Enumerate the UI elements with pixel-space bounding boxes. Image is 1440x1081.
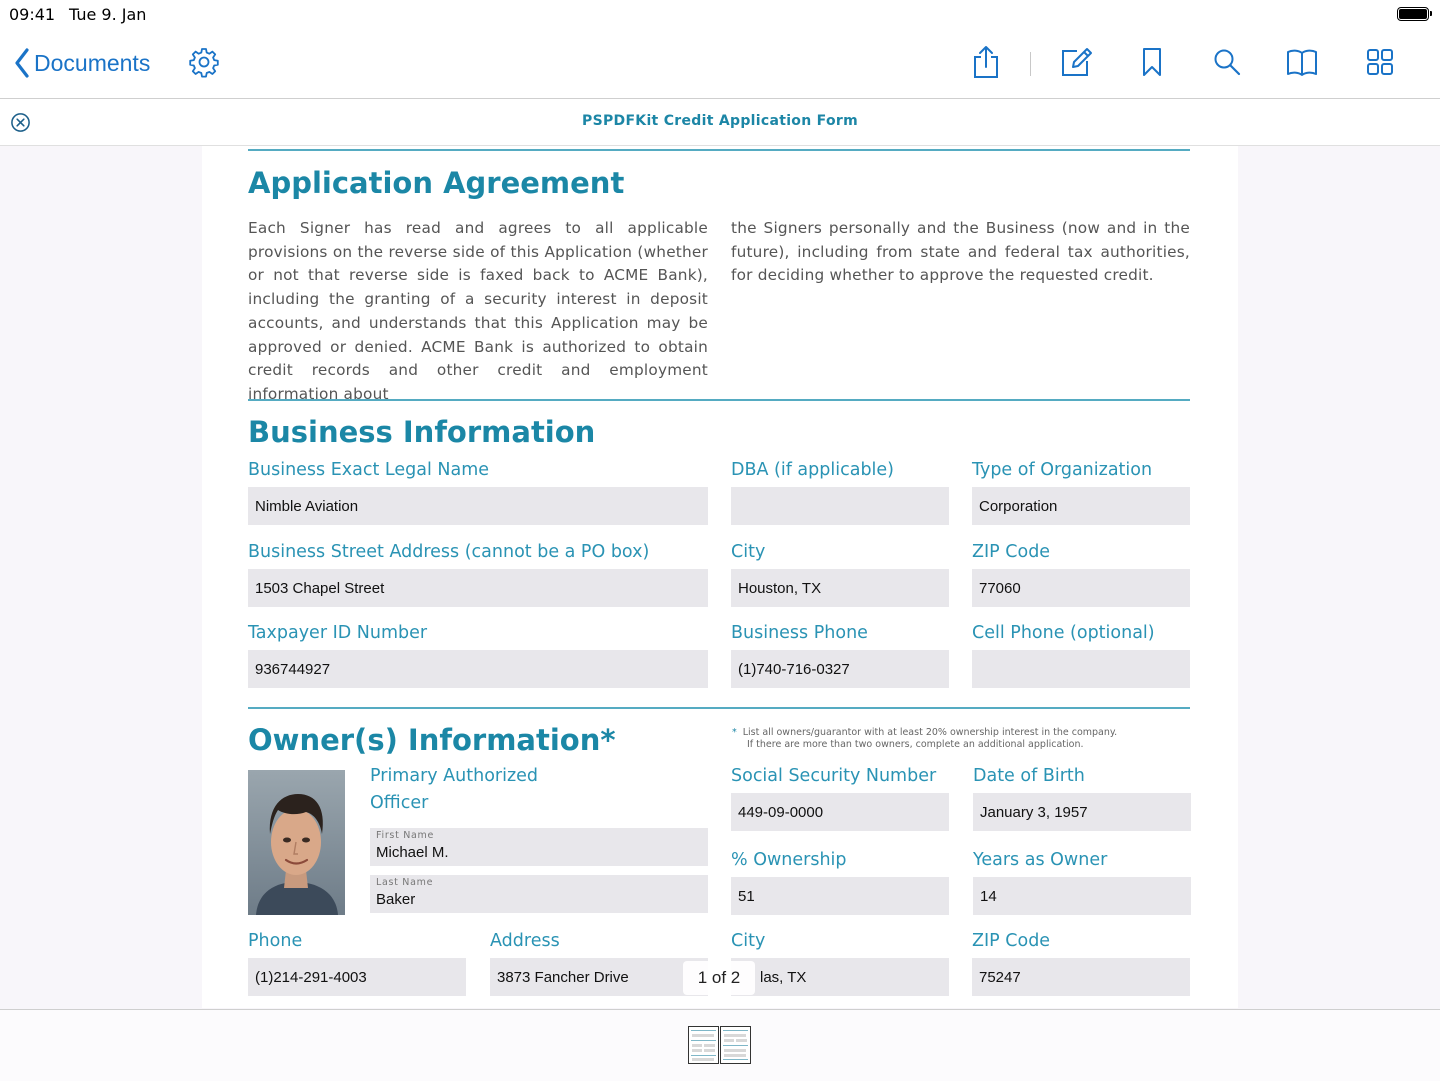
owner-address-field[interactable]: 3873 Fancher Drive (490, 958, 708, 996)
agreement-text-col2: the Signers personally and the Business … (731, 219, 1190, 285)
battery-icon (1397, 7, 1432, 21)
page-thumbnail-2[interactable] (720, 1026, 751, 1064)
agreement-text-col1: Each Signer has read and agrees to all a… (248, 219, 708, 403)
pdf-page: Application Agreement Each Signer has re… (202, 146, 1238, 1008)
page-indicator: 1 of 2 (683, 961, 755, 995)
dob-field[interactable]: January 3, 1957 (973, 793, 1191, 831)
gear-icon (189, 48, 219, 78)
dba-label: DBA (if applicable) (731, 460, 895, 480)
back-to-documents-button[interactable]: Documents (14, 46, 150, 80)
section-rule (248, 149, 1190, 151)
note-star: * (732, 727, 737, 738)
city-field[interactable]: Houston, TX (731, 569, 949, 607)
owner-zip-label: ZIP Code (972, 931, 1051, 951)
owner-city-field[interactable]: las, TX (731, 958, 949, 996)
last-name-field[interactable]: Last Name Baker (370, 875, 708, 913)
status-date: Tue 9. Jan (69, 5, 147, 24)
ownership-label: % Ownership (731, 850, 847, 870)
taxpayer-field[interactable]: 936744927 (248, 650, 708, 688)
owner-note-line2: If there are more than two owners, compl… (747, 739, 1084, 750)
legal-name-field[interactable]: Nimble Aviation (248, 487, 708, 525)
bookmark-button[interactable] (1134, 44, 1170, 80)
owner-photo (248, 770, 345, 915)
ssn-field[interactable]: 449-09-0000 (731, 793, 949, 831)
first-name-label: First Name (376, 830, 435, 841)
org-type-field[interactable]: Corporation (972, 487, 1190, 525)
dob-label: Date of Birth (973, 766, 1085, 786)
status-time: 09:41 (9, 5, 56, 24)
last-name-value: Baker (376, 891, 416, 908)
street-label: Business Street Address (cannot be a PO … (248, 542, 650, 562)
share-button[interactable] (968, 44, 1004, 80)
owner-city-label: City (731, 931, 766, 951)
back-label: Documents (34, 49, 151, 76)
outline-button[interactable] (1284, 44, 1320, 80)
owner-heading: Owner(s) Information* (248, 723, 616, 757)
toolbar-divider (1030, 52, 1031, 76)
officer-label-line2: Officer (370, 793, 429, 813)
business-heading: Business Information (248, 415, 596, 449)
owner-phone-label: Phone (248, 931, 303, 951)
document-title: PSPDFKit Credit Application Form (582, 113, 858, 129)
owner-note: * List all owners/guarantor with at least… (732, 727, 1117, 751)
chevron-left-icon (15, 48, 29, 78)
cell-phone-field[interactable] (972, 650, 1190, 688)
taxpayer-label: Taxpayer ID Number (248, 623, 428, 643)
annotate-icon (1062, 48, 1092, 76)
owner-phone-field[interactable]: (1)214-291-4003 (248, 958, 466, 996)
cell-phone-label: Cell Phone (optional) (972, 623, 1155, 643)
thumbnail-grid-icon (1367, 49, 1393, 75)
page-thumbnail-1[interactable] (688, 1026, 719, 1064)
settings-button[interactable] (186, 44, 222, 80)
outline-icon (1287, 49, 1317, 76)
owner-zip-field[interactable]: 75247 (972, 958, 1190, 996)
legal-name-label: Business Exact Legal Name (248, 460, 490, 480)
street-field[interactable]: 1503 Chapel Street (248, 569, 708, 607)
zip-field[interactable]: 77060 (972, 569, 1190, 607)
zip-label: ZIP Code (972, 542, 1051, 562)
years-owner-label: Years as Owner (973, 850, 1108, 870)
officer-label-line1: Primary Authorized (370, 766, 539, 786)
thumbnails-button[interactable] (1362, 44, 1398, 80)
ssn-label: Social Security Number (731, 766, 937, 786)
owner-note-line1: List all owners/guarantor with at least … (742, 727, 1118, 738)
last-name-label: Last Name (376, 877, 434, 888)
business-phone-field[interactable]: (1)740-716-0327 (731, 650, 949, 688)
page-scrubber-bar (0, 1009, 1440, 1081)
org-type-label: Type of Organization (972, 460, 1153, 480)
status-bar: 09:41 Tue 9. Jan (0, 0, 1440, 28)
first-name-field[interactable]: First Name Michael M. (370, 828, 708, 866)
dba-field[interactable] (731, 487, 949, 525)
bookmark-icon (1143, 48, 1161, 76)
search-icon (1214, 49, 1241, 76)
owner-address-label: Address (490, 931, 560, 951)
section-rule (248, 399, 1190, 401)
years-owner-field[interactable]: 14 (973, 877, 1191, 915)
first-name-value: Michael M. (376, 844, 449, 861)
share-icon (974, 46, 998, 78)
document-view[interactable]: Application Agreement Each Signer has re… (0, 146, 1440, 1008)
agreement-heading: Application Agreement (248, 166, 625, 200)
document-title-bar: PSPDFKit Credit Application Form (0, 99, 1440, 146)
section-rule (248, 707, 1190, 709)
city-label: City (731, 542, 766, 562)
ownership-field[interactable]: 51 (731, 877, 949, 915)
navigation-bar: Documents (0, 28, 1440, 99)
annotate-button[interactable] (1058, 44, 1094, 80)
search-button[interactable] (1209, 44, 1245, 80)
business-phone-label: Business Phone (731, 623, 868, 643)
